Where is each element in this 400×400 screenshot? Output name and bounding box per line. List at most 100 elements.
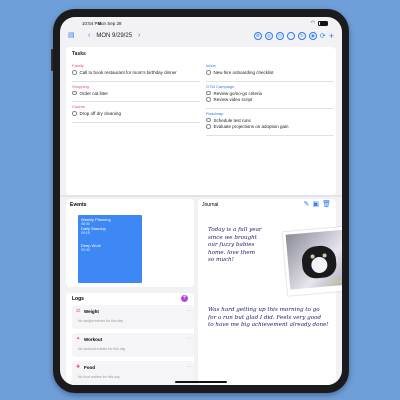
task-item[interactable]: New hire onboarding checklist — [206, 70, 334, 75]
status-bar: 10:54 PM Sun Sep 28 ◠ — [60, 17, 342, 29]
task-group: GTM Campaign Review go/no-go criteria Re… — [206, 82, 334, 109]
workout-icon: ✦ — [76, 336, 81, 342]
events-panel: Events Weekly Planning 08:30 Daily Stand… — [66, 199, 194, 287]
task-label: Evaluate projections on adoption gain — [213, 124, 289, 129]
food-icon: ✚ — [76, 364, 81, 370]
task-checkbox[interactable] — [206, 117, 211, 123]
journal-toolbar: ✎ ▣ 🗑 — [304, 201, 331, 208]
image-icon[interactable]: ▣ — [312, 201, 319, 208]
task-checkbox[interactable] — [72, 111, 77, 116]
tasks-column-right: Inbox New hire onboarding checklist GTM … — [206, 61, 334, 136]
journal-panel[interactable]: Journal ✎ ▣ 🗑 Today is a full year since… — [198, 199, 342, 385]
task-checkbox[interactable] — [206, 97, 211, 102]
settings-icon[interactable]: ⚙ — [253, 32, 262, 40]
more-icon[interactable]: ⋯ — [187, 336, 191, 341]
log-card-subtitle: No food entries for this day — [78, 375, 120, 379]
task-item[interactable]: Review video script — [206, 97, 334, 102]
cat-eye — [310, 254, 315, 259]
add-icon[interactable]: + — [329, 32, 334, 41]
log-card-subtitle: No weight entries for this day — [78, 319, 124, 323]
wifi-icon: ◠ — [310, 20, 315, 26]
log-card-weight[interactable]: ⚖ Weight No weight entries for this day … — [72, 305, 194, 329]
cat-figure — [300, 244, 338, 280]
handwriting-line: home. love them — [208, 249, 256, 256]
task-label: Order cat litter — [79, 90, 109, 96]
task-group-name: Roadmap — [206, 110, 224, 116]
events-title: Events — [70, 202, 87, 208]
target-icon[interactable]: ◎ — [264, 32, 273, 40]
task-item[interactable]: Review go/no-go criteria — [206, 91, 334, 96]
task-item[interactable]: Call to book restaurant for mom's birthd… — [72, 70, 200, 75]
task-group-name: GTM Campaign — [206, 83, 235, 89]
logs-panel: Logs + ⚖ Weight No weight entries for th… — [66, 293, 194, 385]
task-group: Inbox New hire onboarding checklist — [206, 61, 334, 82]
event-block[interactable]: Deep Work 09:30 — [78, 241, 142, 283]
task-item[interactable]: Evaluate projections on adoption gain — [206, 124, 334, 129]
handwriting-line: to have me big achievement already done! — [208, 322, 329, 329]
sync-icon[interactable]: ⟳ — [320, 32, 326, 41]
task-group: Shopping Order cat litter — [72, 82, 200, 102]
handwriting-block-1: Today is a full year since we brought ou… — [208, 227, 262, 265]
journal-title: Journal — [202, 202, 219, 208]
weight-icon: ⚖ — [76, 308, 81, 314]
task-group: Roadmap Schedule test runs Evaluate proj… — [206, 109, 334, 136]
handwriting-line: Today is a full year — [208, 227, 262, 233]
logs-title: Logs — [72, 296, 84, 302]
current-date[interactable]: MON 9/29/25 — [96, 33, 132, 39]
screen: 10:54 PM Sun Sep 28 ◠ ▤ ‹ MON 9/29/25 › … — [60, 17, 342, 385]
more-icon[interactable]: ⋯ — [187, 308, 191, 313]
cat-eye — [322, 253, 327, 258]
task-group-name: Chores — [72, 104, 85, 109]
log-card-subtitle: No workout entries for this day — [78, 347, 126, 351]
task-group-name: Inbox — [206, 63, 216, 68]
event-time: 09:15 — [81, 231, 90, 235]
task-item[interactable]: Schedule test runs — [206, 118, 334, 123]
refresh-icon[interactable]: ↻ — [297, 32, 306, 40]
event-time: 09:30 — [81, 248, 90, 252]
tasks-column-left: Family Call to book restaurant for mom's… — [72, 61, 200, 123]
home-indicator[interactable] — [175, 381, 227, 383]
photo-caption: Love — [328, 277, 342, 287]
cat-photo[interactable]: Love — [282, 226, 342, 296]
task-checkbox[interactable] — [206, 90, 211, 96]
task-label: Review video script — [213, 97, 253, 102]
status-date: Sun Sep 28 — [98, 21, 122, 26]
split-divider[interactable] — [60, 195, 342, 197]
handwriting-line: our fuzzy babies — [208, 242, 255, 249]
event-time: 08:30 — [81, 222, 90, 226]
more-icon[interactable]: ⋯ — [286, 32, 295, 40]
pen-icon[interactable]: ✎ — [304, 201, 310, 208]
view-icon[interactable]: ◉ — [308, 32, 317, 40]
more-icon[interactable]: ⋯ — [187, 364, 191, 369]
handwriting-line: so much! — [208, 257, 234, 264]
task-label: Schedule test runs — [213, 117, 251, 123]
task-checkbox[interactable] — [206, 70, 211, 75]
task-label: New hire onboarding checklist — [213, 70, 274, 75]
chevron-left-icon[interactable]: ‹ — [88, 32, 90, 39]
task-checkbox[interactable] — [72, 70, 77, 75]
task-group: Family Call to book restaurant for mom's… — [72, 61, 200, 82]
tasks-title: Tasks — [72, 51, 86, 57]
battery-icon — [318, 20, 328, 26]
top-navigation: ▤ ‹ MON 9/29/25 › ⚙ ◎ ◷ ⋯ ↻ ◉ ⟳ + — [60, 29, 342, 45]
task-label: Drop off dry cleaning — [79, 111, 121, 116]
trash-icon[interactable]: 🗑 — [322, 201, 331, 208]
add-log-button[interactable]: + — [181, 295, 188, 302]
handwriting-block-2: Was hard getting up this morning to go f… — [208, 307, 329, 330]
handwriting-line: since we brought — [208, 234, 258, 241]
task-group: Chores Drop off dry cleaning — [72, 102, 200, 123]
task-checkbox[interactable] — [206, 124, 211, 129]
log-card-workout[interactable]: ✦ Workout No workout entries for this da… — [72, 333, 194, 357]
task-item[interactable]: Order cat litter — [72, 91, 200, 96]
tasks-panel: Tasks Family Call to book restaurant for… — [66, 47, 336, 195]
log-card-title: Weight — [84, 309, 99, 314]
chevron-right-icon[interactable]: › — [138, 32, 140, 39]
toolbar: ⚙ ◎ ◷ ⋯ ↻ ◉ ⟳ + — [253, 32, 334, 41]
task-item[interactable]: Drop off dry cleaning — [72, 111, 200, 116]
handwriting-line: Was hard getting up this morning to go — [208, 307, 320, 313]
task-checkbox[interactable] — [72, 90, 77, 96]
handwriting-line: for a run but glad I did. Feels very goo… — [208, 314, 322, 321]
clock-icon[interactable]: ◷ — [275, 32, 284, 40]
task-label: Call to book restaurant for mom's birthd… — [79, 70, 177, 75]
sidebar-toggle-icon[interactable]: ▤ — [68, 32, 75, 39]
